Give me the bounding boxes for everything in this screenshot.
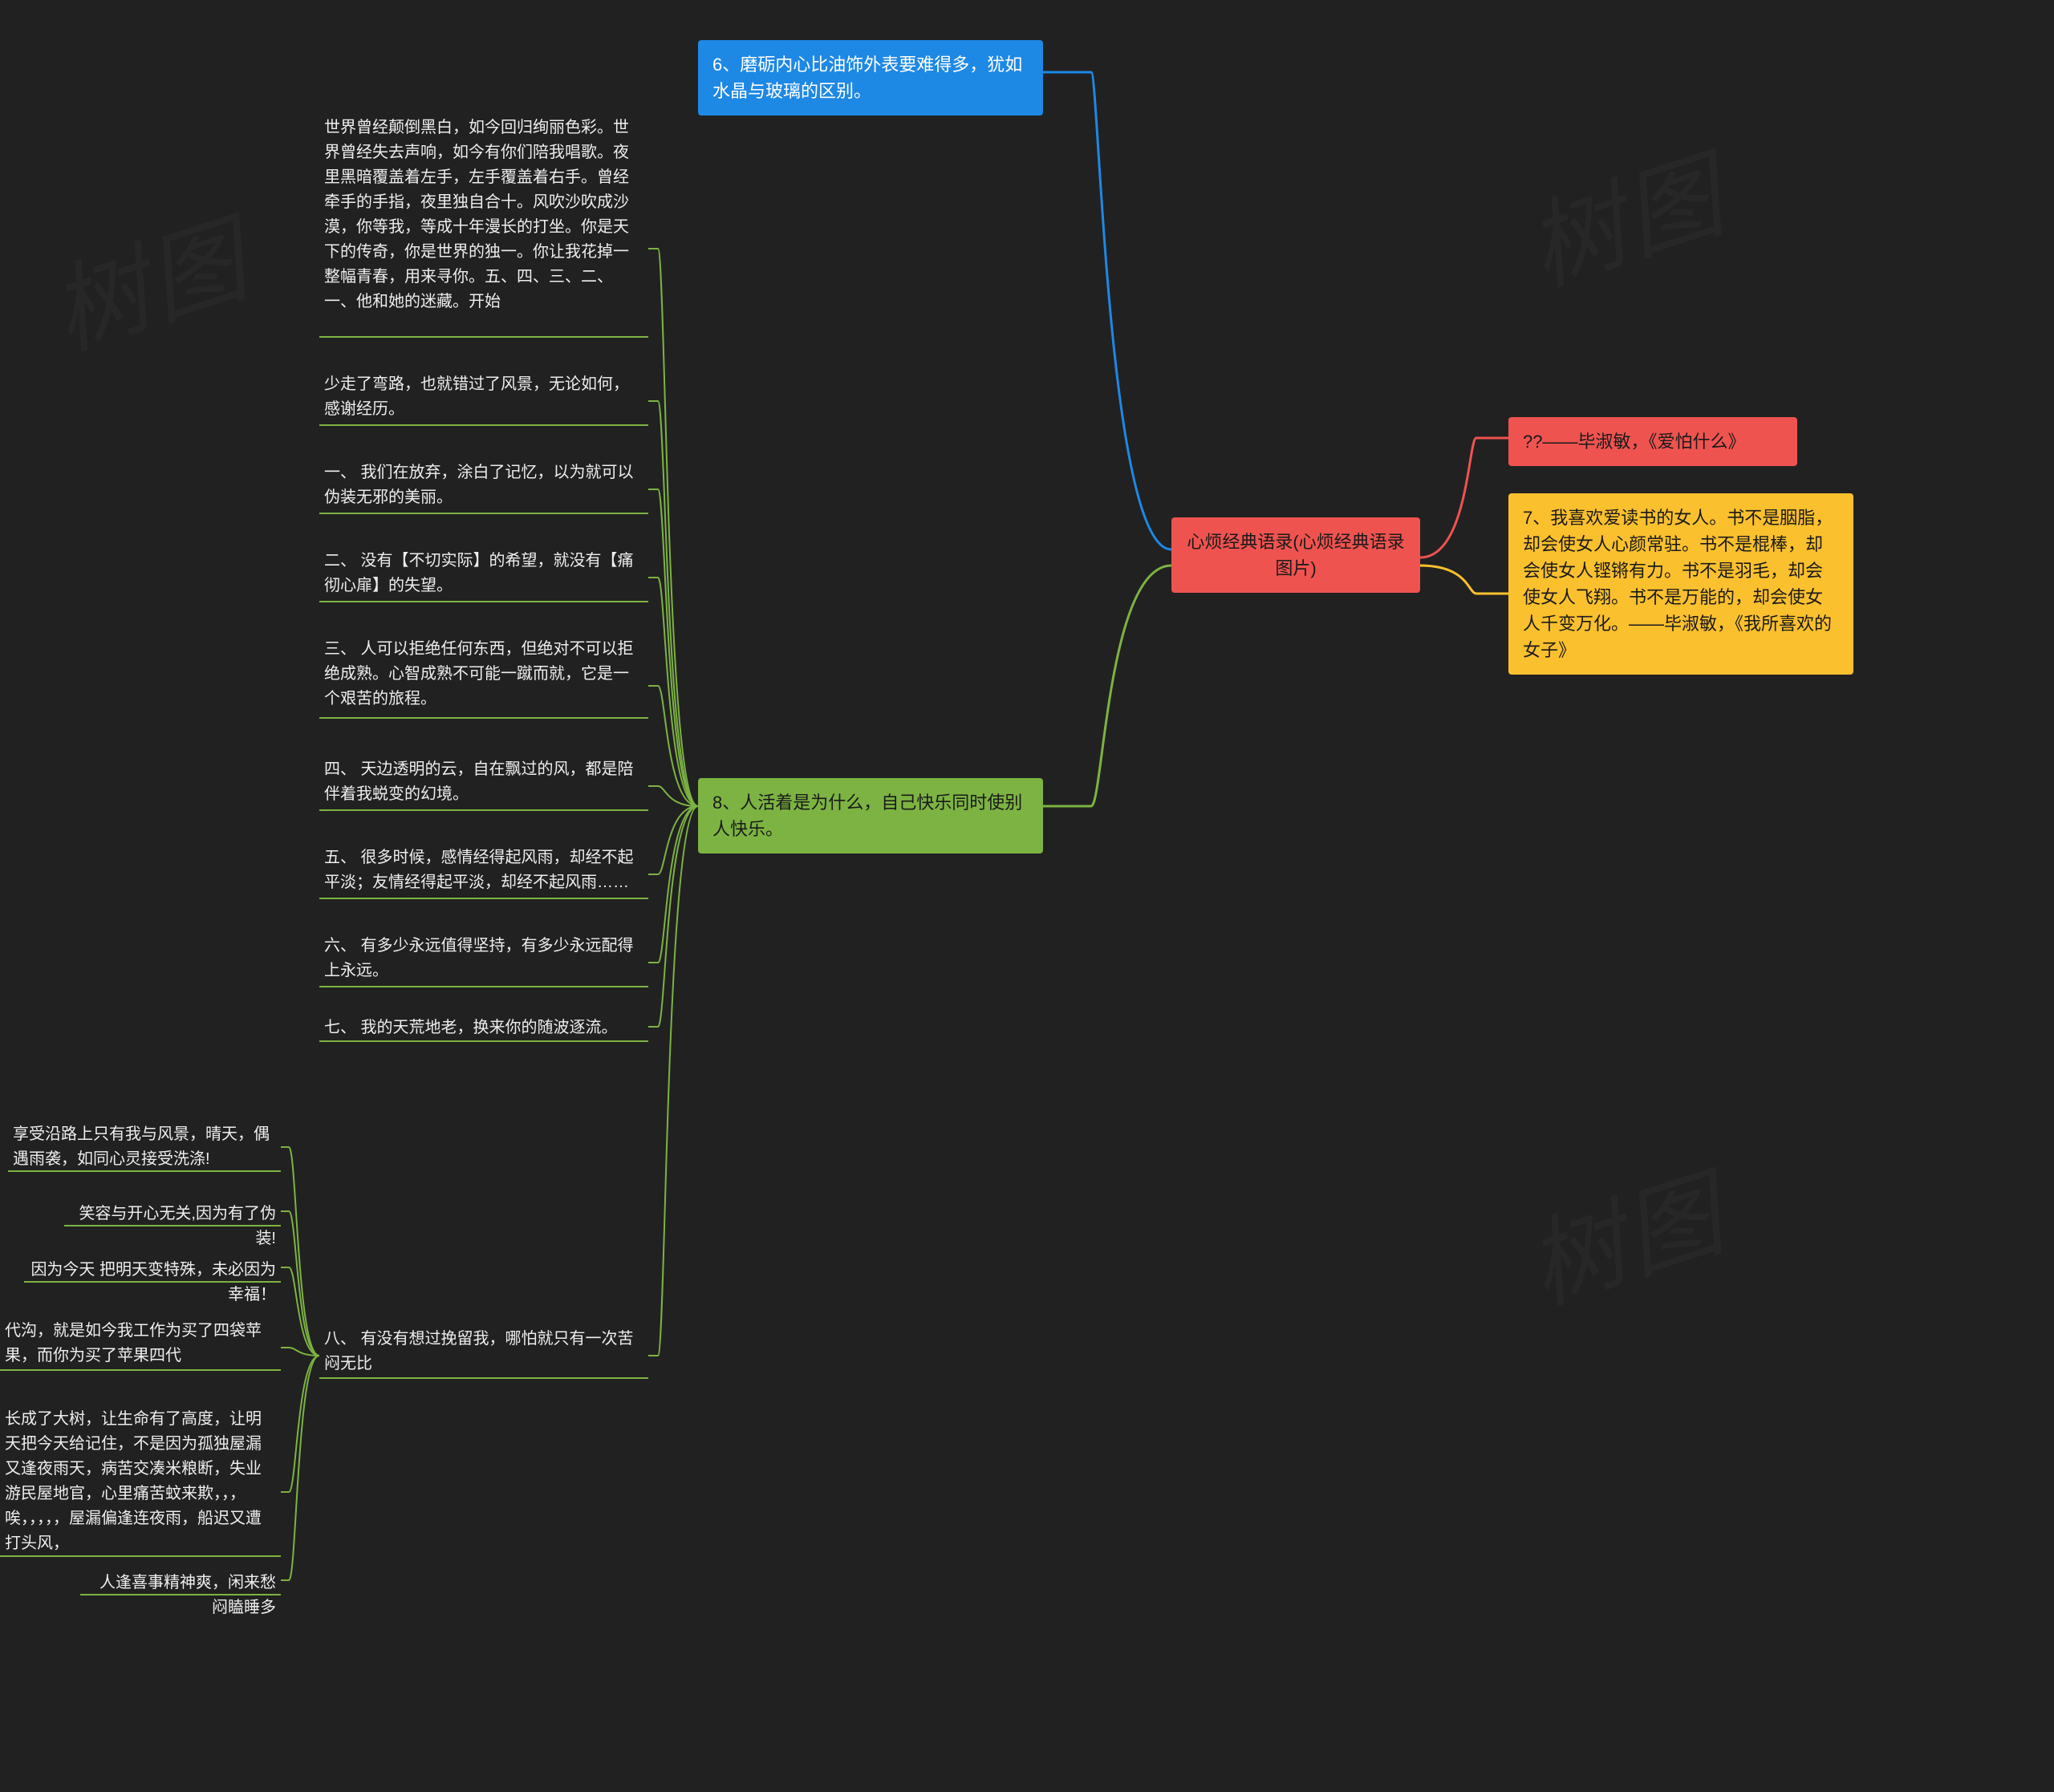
right-node-1[interactable]: ??——毕淑敏，《爱怕什么》 (1508, 417, 1797, 466)
leaf-8-2[interactable]: 一、 我们在放弃，涂白了记忆，以为就可以伪装无邪的美丽。 (319, 457, 648, 518)
right-node-2-label: 7、我喜欢爱读书的女人。书不是胭脂，却会使女人心颜常驻。书不是棍棒，却会使女人铿… (1523, 508, 1833, 660)
mindmap-canvas: 树图 树图 树图 (0, 0, 2054, 1792)
leaf-8-7[interactable]: 六、 有多少永远值得坚持，有多少永远配得上永远。 (319, 930, 648, 991)
leaf-8b-3[interactable]: 代沟，就是如今我工作为买了四袋苹果，而你为买了苹果四代 (0, 1316, 281, 1376)
root-label: 心烦经典语录(心烦经典语录图片) (1187, 532, 1404, 578)
node-6-label: 6、磨砺内心比油饰外表要难得多，犹如水晶与玻璃的区别。 (712, 55, 1022, 101)
node-6[interactable]: 6、磨砺内心比油饰外表要难得多，犹如水晶与玻璃的区别。 (698, 40, 1043, 116)
leaf-8-3[interactable]: 二、 没有【不切实际】的希望，就没有【痛彻心扉】的失望。 (319, 545, 648, 606)
right-node-1-label: ??——毕淑敏，《爱怕什么》 (1523, 432, 1745, 452)
right-node-2[interactable]: 7、我喜欢爱读书的女人。书不是胭脂，却会使女人心颜常驻。书不是棍棒，却会使女人铿… (1508, 493, 1853, 675)
node-8-label: 8、人活着是为什么，自己快乐同时使别人快乐。 (712, 793, 1022, 839)
watermark: 树图 (1508, 1136, 1740, 1330)
root-node[interactable]: 心烦经典语录(心烦经典语录图片) (1171, 517, 1420, 593)
connector-lines (0, 0, 2054, 1792)
leaf-8b-5[interactable]: 人逢喜事精神爽，闲来愁闷瞌睡多 (80, 1567, 281, 1628)
leaf-8-0[interactable]: 世界曾经颠倒黑白，如今回归绚丽色彩。世界曾经失去声响，如今有你们陪我唱歌。夜里黑… (319, 112, 648, 322)
leaf-8b-1[interactable]: 笑容与开心无关,因为有了伪装! (64, 1198, 281, 1259)
leaf-8-4[interactable]: 三、 人可以拒绝任何东西，但绝对不可以拒绝成熟。心智成熟不可能一蹴而就，它是一个… (319, 634, 648, 720)
leaf-8b-0[interactable]: 享受沿路上只有我与风景，晴天，偶遇雨袭，如同心灵接受洗涤! (8, 1119, 281, 1180)
leaf-8b-2[interactable]: 因为今天 把明天变特殊，未必因为幸福！ (24, 1255, 281, 1316)
leaf-8b-title[interactable]: 八、 有没有想过挽留我，哪怕就只有一次苦闷无比 (319, 1324, 648, 1385)
leaf-8-8[interactable]: 七、 我的天荒地老，换来你的随波逐流。 (319, 1012, 648, 1048)
watermark: 树图 (31, 181, 264, 375)
leaf-8b-4[interactable]: 长成了大树，让生命有了高度，让明天把今天给记住，不是因为孤独屋漏又逢夜雨天，病苦… (0, 1404, 281, 1564)
watermark: 树图 (1508, 117, 1740, 311)
leaf-8-5[interactable]: 四、 天边透明的云，自在飘过的风，都是陪伴着我蜕变的幻境。 (319, 754, 648, 815)
leaf-8-1[interactable]: 少走了弯路，也就错过了风景，无论如何，感谢经历。 (319, 369, 648, 430)
leaf-8-6[interactable]: 五、 很多时候，感情经得起风雨，却经不起平淡；友情经得起平淡，却经不起风雨…… (319, 842, 648, 903)
node-8[interactable]: 8、人活着是为什么，自己快乐同时使别人快乐。 (698, 778, 1043, 853)
